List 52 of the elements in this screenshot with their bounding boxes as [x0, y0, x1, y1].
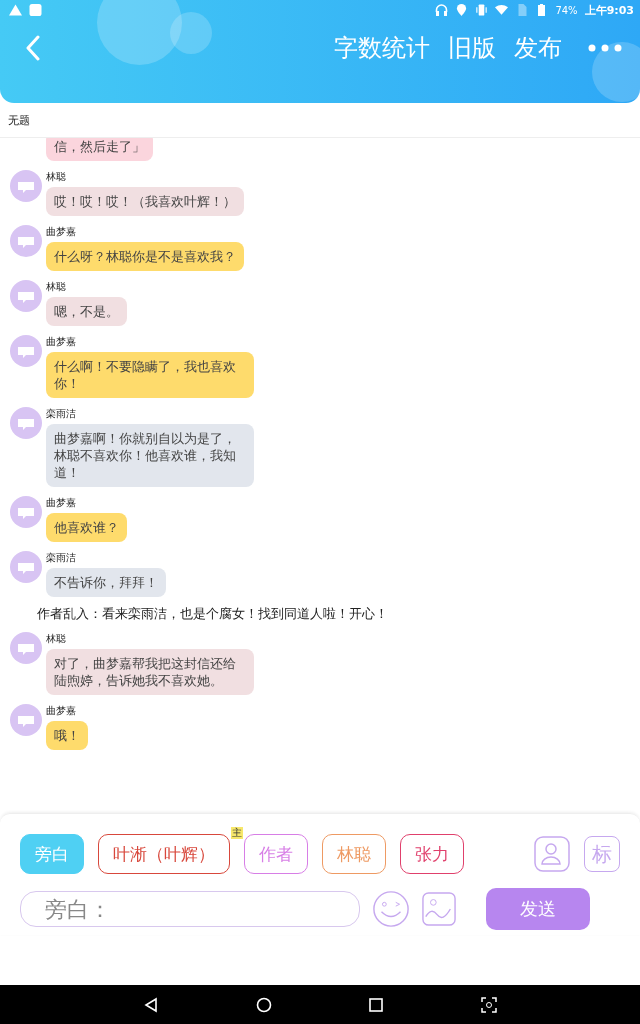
speaker-name: 曲梦嘉 — [46, 225, 76, 239]
avatar-icon[interactable] — [10, 335, 42, 367]
image-icon[interactable] — [422, 892, 456, 926]
role-chip[interactable]: 张力 — [400, 834, 464, 874]
speaker-name: 栾雨洁 — [46, 551, 76, 565]
avatar-icon[interactable] — [10, 632, 42, 664]
vibrate-icon — [475, 4, 489, 16]
speaker-name: 林聪 — [46, 280, 66, 294]
message-bubble[interactable]: 对了，曲梦嘉帮我把这封信还给陆煦婷，告诉她我不喜欢她。 — [46, 649, 254, 695]
warning-icon — [9, 4, 22, 16]
speaker-name: 曲梦嘉 — [46, 335, 76, 349]
speaker-name: 曲梦嘉 — [46, 704, 76, 718]
contact-icon[interactable] — [534, 836, 570, 872]
home-icon[interactable] — [255, 996, 272, 1013]
screenshot-icon[interactable] — [480, 996, 497, 1013]
avatar-icon[interactable] — [10, 170, 42, 202]
battery-percent: 74% — [555, 4, 578, 16]
notification-icon — [29, 4, 42, 16]
message-bubble[interactable]: 哎！哎！哎！（我喜欢叶辉！） — [46, 187, 244, 216]
speaker-name: 林聪 — [46, 632, 66, 646]
recent-apps-icon[interactable] — [368, 996, 385, 1013]
avatar-icon[interactable] — [10, 225, 42, 257]
back-nav-icon[interactable] — [143, 996, 160, 1013]
message-bubble[interactable]: 他喜欢谁？ — [46, 513, 127, 542]
back-button[interactable] — [24, 33, 42, 63]
decor-circle-icon — [592, 42, 640, 102]
wifi-icon — [495, 4, 509, 16]
message-bubble[interactable]: 嗯，不是。 — [46, 297, 127, 326]
message-bubble[interactable]: 不告诉你，拜拜！ — [46, 568, 166, 597]
document-title: 无题 — [8, 112, 30, 128]
main-role-badge: 主 — [231, 827, 243, 839]
narration-text: 作者乱入：看来栾雨洁，也是个腐女！找到同道人啦！开心！ — [37, 606, 389, 623]
speaker-name: 林聪 — [46, 170, 66, 184]
message-bubble[interactable]: 哦！ — [46, 721, 88, 750]
location-icon — [455, 4, 469, 16]
avatar-icon[interactable] — [10, 280, 42, 312]
role-chip[interactable]: 叶淅（叶辉） — [98, 834, 230, 874]
message-bubble[interactable]: 什么呀？林聪你是不是喜欢我？ — [46, 242, 244, 271]
avatar-icon[interactable] — [10, 407, 42, 439]
message-bubble[interactable]: 什么啊！不要隐瞒了，我也喜欢你！ — [46, 352, 254, 398]
speaker-name: 曲梦嘉 — [46, 496, 76, 510]
clock: 上午9:03 — [584, 2, 634, 18]
message-bubble[interactable]: 曲梦嘉啊！你就别自以为是了，林聪不喜欢你！他喜欢谁，我知道！ — [46, 424, 254, 487]
avatar-icon[interactable] — [10, 496, 42, 528]
message-input[interactable]: 旁白： — [20, 891, 360, 927]
message-bubble[interactable]: 信，然后走了」 — [46, 138, 153, 161]
headphones-icon — [435, 4, 449, 16]
speaker-name: 栾雨洁 — [46, 407, 76, 421]
avatar-icon[interactable] — [10, 704, 42, 736]
more-icon[interactable] — [588, 44, 622, 52]
avatar-icon[interactable] — [10, 551, 42, 583]
emoji-icon[interactable] — [372, 890, 410, 928]
